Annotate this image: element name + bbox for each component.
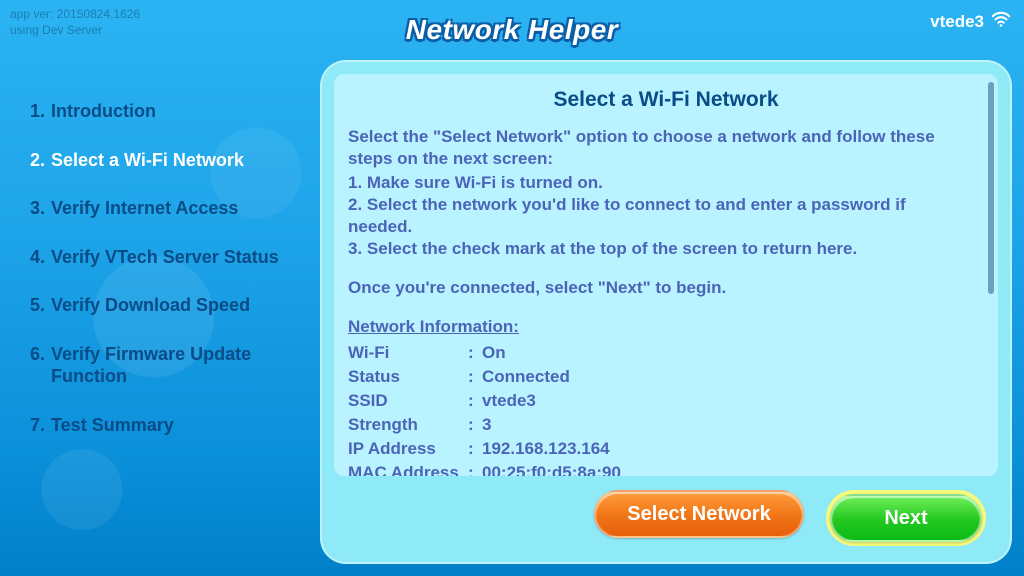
sidebar-item-label: Test Summary — [51, 414, 300, 437]
content-scroll: Select a Wi-Fi Network Select the "Selec… — [334, 74, 998, 476]
netinfo-key: SSID — [348, 391, 468, 411]
page-title: Network Helper — [0, 0, 1024, 46]
instruction-step-1: 1. Make sure Wi-Fi is turned on. — [348, 172, 972, 194]
sidebar-item-step-5[interactable]: 5. Verify Download Speed — [30, 294, 300, 317]
netinfo-value: 192.168.123.164 — [482, 439, 610, 459]
netinfo-value: vtede3 — [482, 391, 536, 411]
netinfo-key: MAC Address — [348, 463, 468, 476]
netinfo-value: 00:25:f0:d5:8a:90 — [482, 463, 621, 476]
sidebar-item-number: 2. — [30, 149, 45, 172]
main-layout: 1. Introduction 2. Select a Wi-Fi Network 3.… — [0, 60, 1024, 576]
netinfo-row: Status: Connected — [348, 367, 984, 387]
button-row: Select Network Next — [320, 484, 1012, 564]
steps-sidebar: 1. Introduction 2. Select a Wi-Fi Network 3.… — [0, 60, 320, 576]
instruction-step-2: 2. Select the network you'd like to conn… — [348, 194, 972, 238]
scrollbar[interactable] — [988, 82, 994, 468]
netinfo-separator: : — [468, 343, 482, 363]
version-info: app ver: 20150824.1626 using Dev Server — [10, 6, 140, 38]
sidebar-item-number: 4. — [30, 246, 45, 269]
sidebar-item-label: Verify Download Speed — [51, 294, 300, 317]
panel-title: Select a Wi-Fi Network — [348, 88, 984, 112]
sidebar-item-number: 5. — [30, 294, 45, 317]
sidebar-item-number: 7. — [30, 414, 45, 437]
netinfo-separator: : — [468, 439, 482, 459]
netinfo-separator: : — [468, 367, 482, 387]
sidebar-item-label: Select a Wi-Fi Network — [51, 149, 300, 172]
netinfo-separator: : — [468, 415, 482, 435]
next-button-label: Next — [884, 507, 927, 530]
select-network-label: Select Network — [627, 503, 770, 526]
sidebar-item-number: 1. — [30, 100, 45, 123]
netinfo-key: IP Address — [348, 439, 468, 459]
wifi-status[interactable]: vtede3 — [930, 8, 1012, 35]
scrollbar-thumb[interactable] — [988, 82, 994, 294]
wifi-ssid-label: vtede3 — [930, 12, 984, 32]
netinfo-row: Wi-Fi: On — [348, 343, 984, 363]
server-note-text: using Dev Server — [10, 22, 140, 38]
sidebar-item-step-3[interactable]: 3. Verify Internet Access — [30, 197, 300, 220]
app-version-text: app ver: 20150824.1626 — [10, 6, 140, 22]
netinfo-key: Wi-Fi — [348, 343, 468, 363]
netinfo-key: Strength — [348, 415, 468, 435]
instructions: Select the "Select Network" option to ch… — [348, 126, 984, 261]
netinfo-key: Status — [348, 367, 468, 387]
netinfo-row: MAC Address: 00:25:f0:d5:8a:90 — [348, 463, 984, 476]
netinfo-row: Strength: 3 — [348, 415, 984, 435]
next-button[interactable]: Next — [830, 494, 982, 542]
intro-lead: Select the "Select Network" option to ch… — [348, 126, 972, 170]
netinfo-value: Connected — [482, 367, 570, 387]
select-network-button[interactable]: Select Network — [594, 490, 804, 538]
sidebar-item-label: Introduction — [51, 100, 300, 123]
sidebar-item-step-4[interactable]: 4. Verify VTech Server Status — [30, 246, 300, 269]
footer-note: Once you're connected, select "Next" to … — [348, 277, 984, 299]
netinfo-separator: : — [468, 463, 482, 476]
sidebar-item-step-2[interactable]: 2. Select a Wi-Fi Network — [30, 149, 300, 172]
app-screen: app ver: 20150824.1626 using Dev Server … — [0, 0, 1024, 576]
sidebar-item-step-6[interactable]: 6.Verify Firmware Update Function — [30, 343, 300, 388]
wifi-icon — [990, 8, 1012, 35]
sidebar-item-number: 3. — [30, 197, 45, 220]
network-info-table: Wi-Fi: On Status: Connected SSID: vtede3 St… — [348, 343, 984, 476]
netinfo-row: IP Address: 192.168.123.164 — [348, 439, 984, 459]
sidebar-item-step-7[interactable]: 7. Test Summary — [30, 414, 300, 437]
sidebar-item-label: Verify VTech Server Status — [51, 246, 300, 269]
instruction-step-3: 3. Select the check mark at the top of t… — [348, 238, 972, 260]
sidebar-item-label: Verify Firmware Update Function — [51, 343, 300, 388]
content-panel: Select a Wi-Fi Network Select the "Selec… — [320, 60, 1012, 564]
sidebar-item-label: Verify Internet Access — [51, 197, 300, 220]
netinfo-row: SSID: vtede3 — [348, 391, 984, 411]
sidebar-item-step-1[interactable]: 1. Introduction — [30, 100, 300, 123]
sidebar-item-number: 6. — [30, 343, 45, 388]
netinfo-value: On — [482, 343, 506, 363]
netinfo-value: 3 — [482, 415, 491, 435]
netinfo-separator: : — [468, 391, 482, 411]
network-info-title: Network Information: — [348, 317, 984, 337]
next-button-highlight: Next — [826, 490, 986, 546]
instruction-steps: 1. Make sure Wi-Fi is turned on.2. Selec… — [348, 172, 972, 260]
